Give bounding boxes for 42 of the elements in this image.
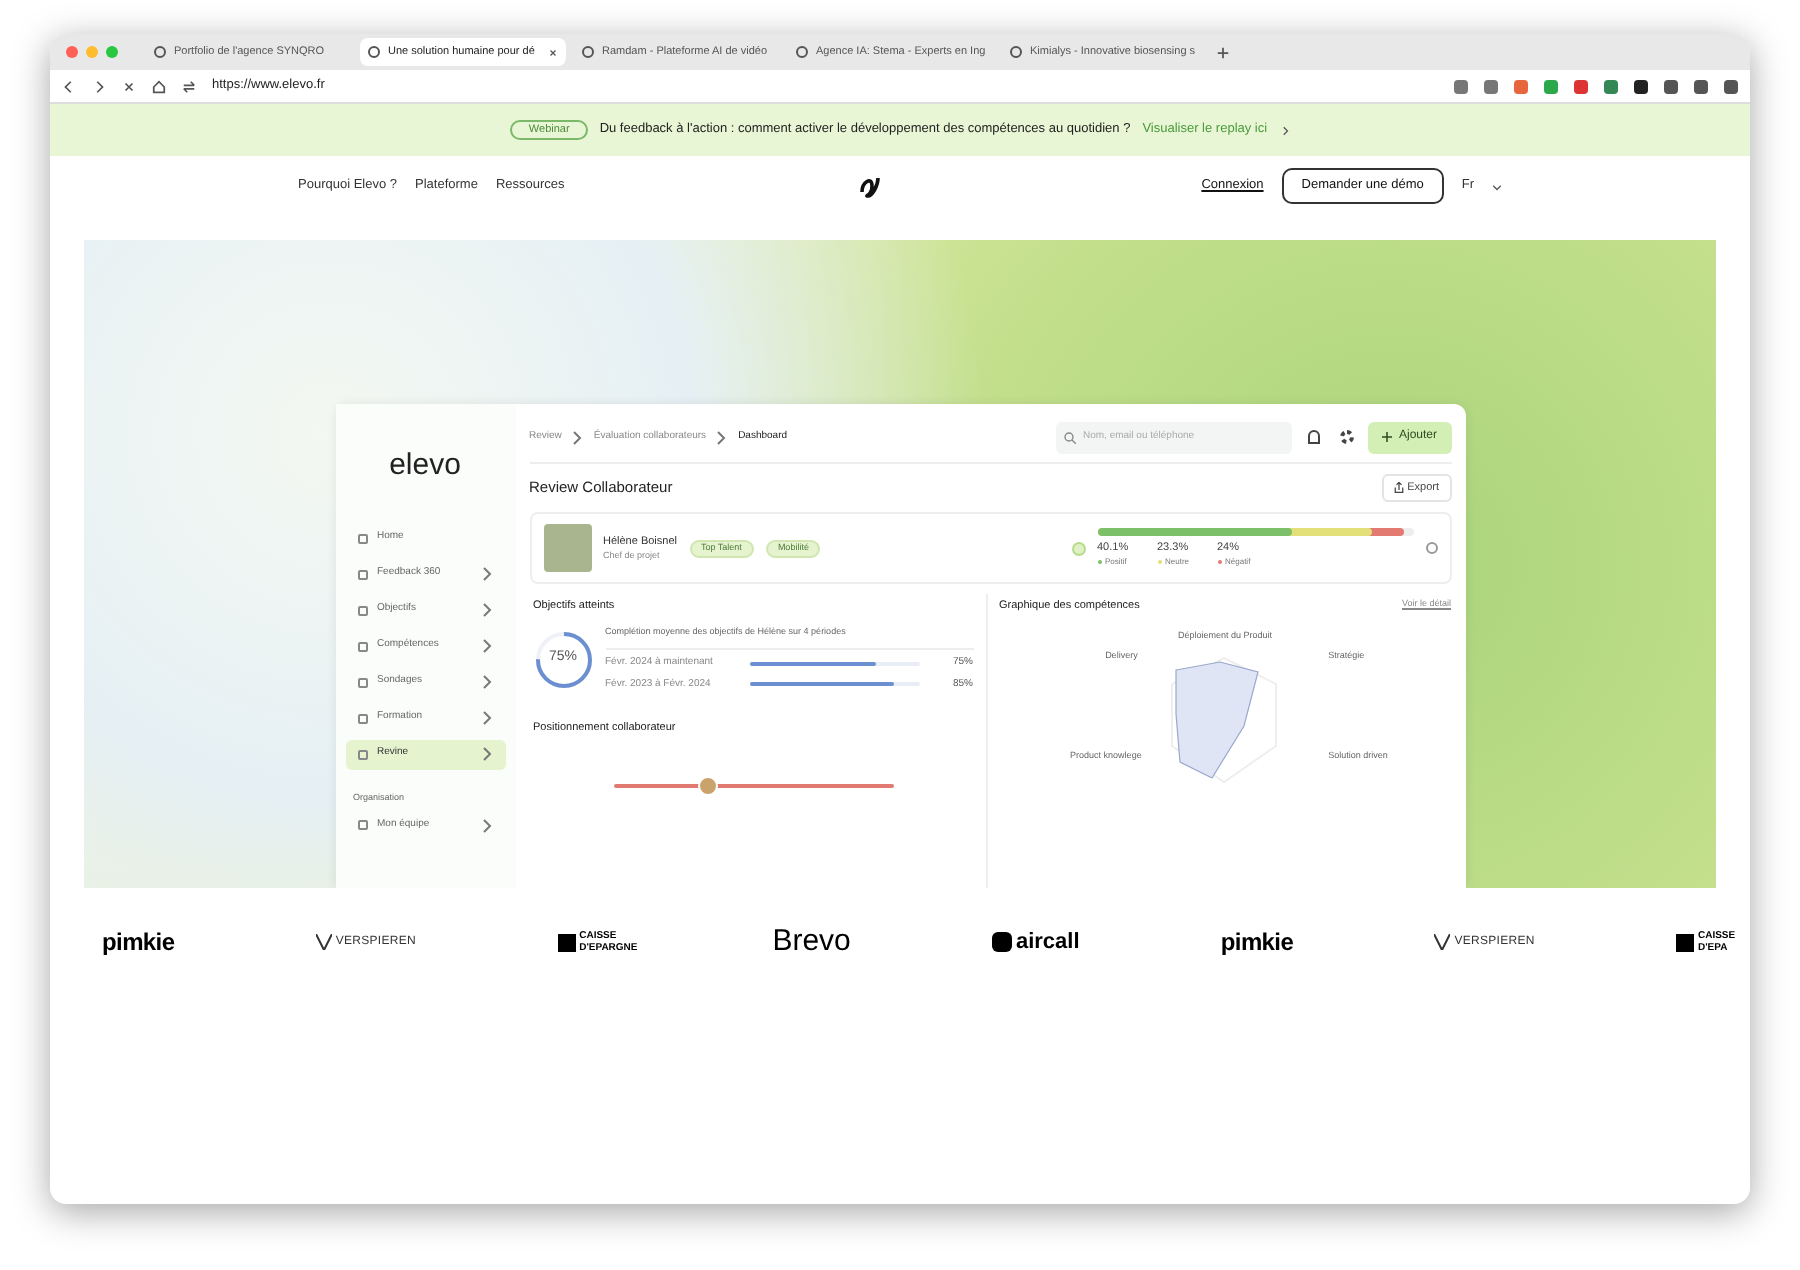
brand-logo: pimkie <box>102 926 175 960</box>
home-icon[interactable] <box>152 79 166 93</box>
favicon-icon <box>796 46 808 58</box>
settings-icon[interactable] <box>1340 430 1355 444</box>
forward-icon[interactable] <box>92 79 106 93</box>
brand-logo: aircall <box>991 925 1080 959</box>
info-icon <box>1425 542 1437 554</box>
back-icon[interactable] <box>62 79 76 93</box>
extension-icon[interactable] <box>1634 79 1648 93</box>
brand-logo: pimkie <box>1220 926 1294 960</box>
brand-logo: Brevo <box>772 921 851 962</box>
caret-icon[interactable] <box>1492 181 1502 191</box>
app-logo: elevo <box>387 446 463 486</box>
favicon-icon <box>368 46 380 58</box>
menu-icon <box>357 749 367 759</box>
extension-icon[interactable] <box>1664 79 1678 93</box>
extension-icon[interactable] <box>1724 79 1738 93</box>
menu-icon <box>357 713 367 723</box>
share-icon <box>1393 482 1404 494</box>
menu-icon <box>357 677 367 687</box>
menu-icon <box>357 641 367 651</box>
site-settings-icon[interactable] <box>182 79 196 93</box>
avatar-thumb[interactable] <box>698 776 719 797</box>
favicon-icon <box>154 46 166 58</box>
menu-icon <box>357 533 367 543</box>
avatar-placeholder <box>543 524 591 572</box>
favicon-icon <box>1010 46 1022 58</box>
close-tab-icon[interactable] <box>548 47 558 57</box>
chevron-icon[interactable] <box>1279 125 1290 135</box>
brand-logo-icon <box>858 174 882 198</box>
extension-icon[interactable] <box>1694 79 1708 93</box>
chevron-icon <box>571 429 584 445</box>
bell-icon[interactable] <box>1308 430 1321 444</box>
favicon-icon <box>582 46 594 58</box>
menu-icon <box>357 605 367 615</box>
stop-icon[interactable] <box>122 79 136 93</box>
chevron-icon <box>716 429 729 445</box>
menu-icon <box>357 569 367 579</box>
plus-icon <box>1382 432 1393 442</box>
new-tab-icon[interactable] <box>1216 45 1230 59</box>
search-icon <box>1064 431 1077 443</box>
menu-icon <box>357 820 367 831</box>
